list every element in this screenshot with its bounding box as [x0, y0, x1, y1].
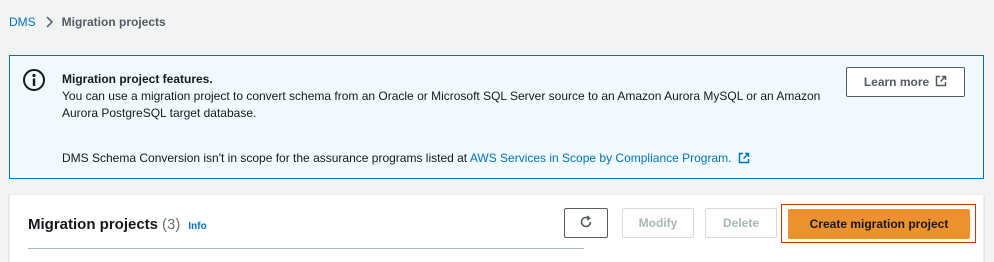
create-button-highlight: Create migration project — [781, 204, 976, 243]
compliance-link[interactable]: AWS Services in Scope by Compliance Prog… — [470, 151, 732, 165]
delete-button[interactable]: Delete — [705, 208, 777, 238]
modify-button[interactable]: Modify — [622, 208, 694, 238]
chevron-right-icon — [44, 16, 54, 28]
info-body: You can use a migration project to conve… — [62, 89, 821, 120]
learn-more-button[interactable]: Learn more — [846, 67, 965, 97]
breadcrumb: DMS Migration projects — [9, 15, 166, 29]
external-link-icon[interactable] — [738, 152, 750, 169]
search-input[interactable] — [28, 248, 584, 249]
info-text: Migration project features. You can use … — [62, 71, 832, 122]
refresh-button[interactable] — [564, 208, 608, 238]
panel-header: Migration projects (3) Info — [28, 216, 207, 233]
project-count: (3) — [162, 216, 181, 233]
info-title: Migration project features. — [62, 72, 213, 86]
migration-projects-panel: Migration projects (3) Info Modify Delet… — [9, 194, 984, 262]
scope-prefix: DMS Schema Conversion isn't in scope for… — [62, 151, 470, 165]
info-scope-text: DMS Schema Conversion isn't in scope for… — [62, 150, 750, 169]
info-link[interactable]: Info — [188, 221, 206, 232]
info-circle-icon — [22, 68, 46, 92]
info-panel: Migration project features. You can use … — [9, 55, 984, 179]
external-link-icon — [935, 75, 947, 90]
panel-title: Migration projects — [28, 216, 159, 233]
breadcrumb-current: Migration projects — [61, 15, 166, 29]
refresh-icon — [579, 214, 593, 232]
create-migration-project-button[interactable]: Create migration project — [788, 209, 970, 239]
learn-more-label: Learn more — [863, 75, 930, 89]
breadcrumb-dms-link[interactable]: DMS — [9, 15, 36, 29]
